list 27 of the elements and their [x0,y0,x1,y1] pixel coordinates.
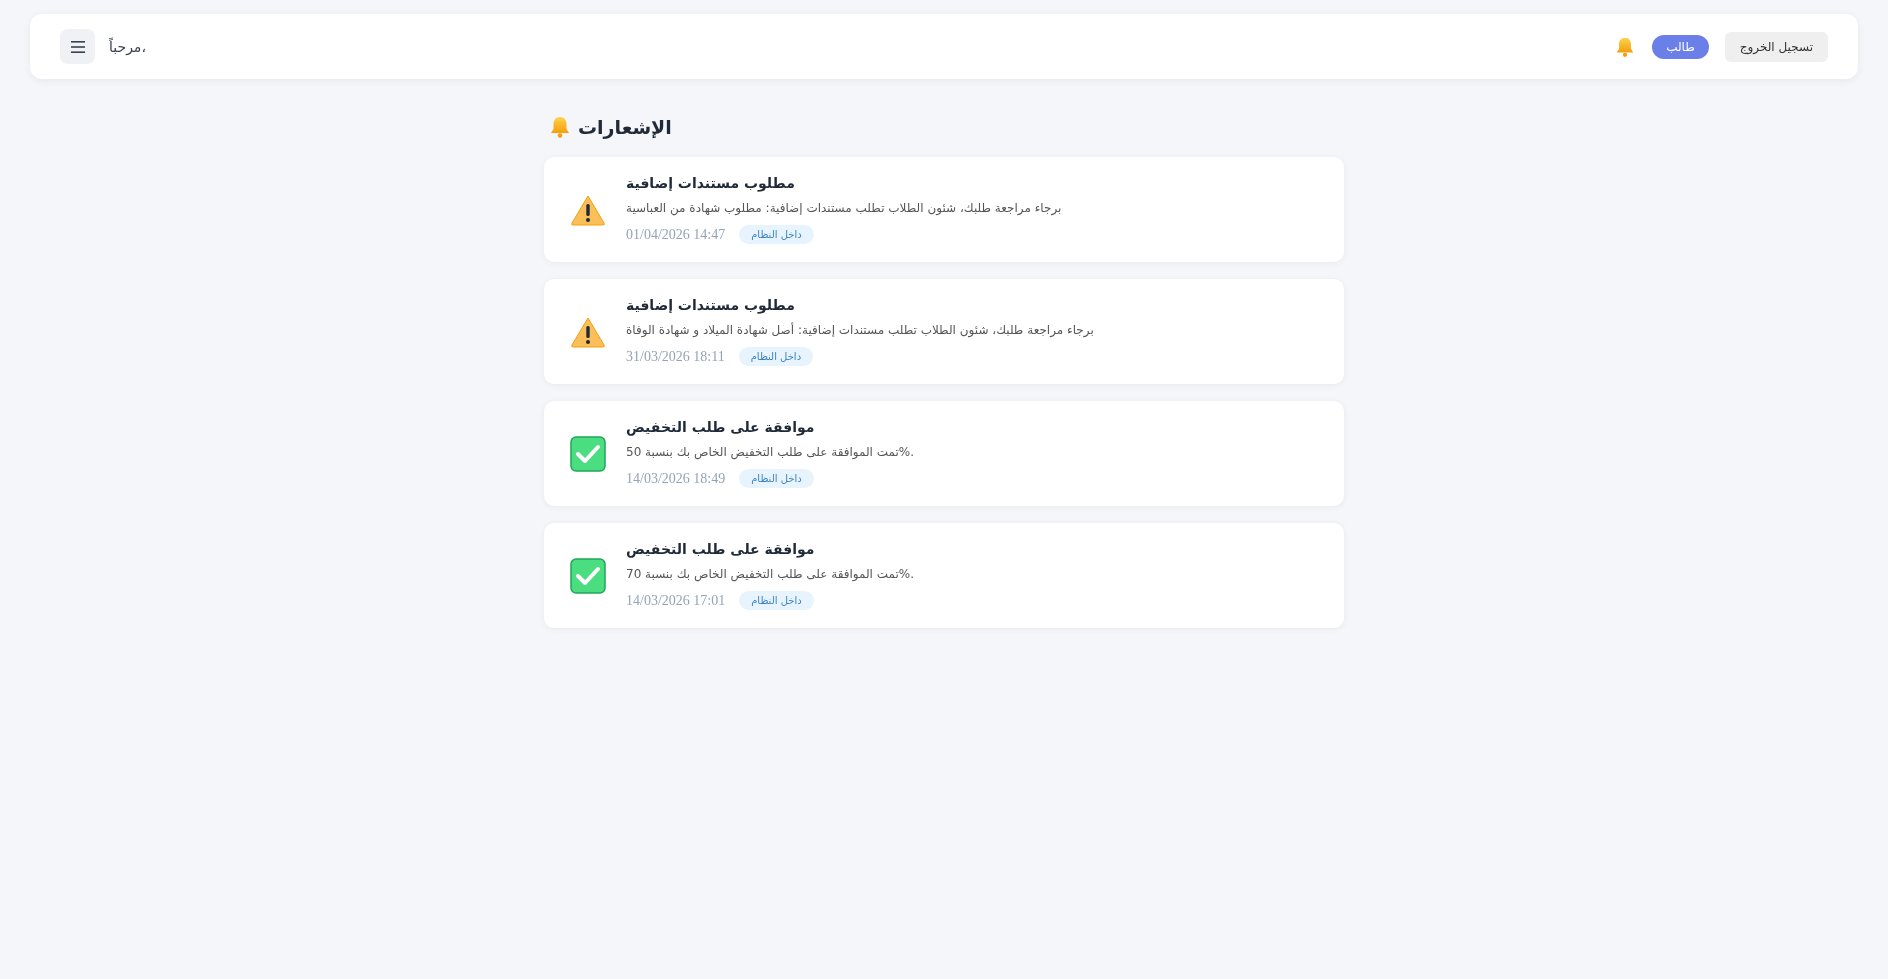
notification-date: 31/03/2026 18:11 [626,348,725,365]
notification-date: 14/03/2026 17:01 [626,592,726,609]
notification-message: برجاء مراجعة طلبك، شئون الطلاب تطلب مستندات إضافية: مطلوب شهادة من العباسية [626,201,1062,215]
notification-message: تمت الموافقة على طلب التخفيض الخاص بك بنسبة 50%. [626,445,915,459]
checkmark-icon [570,557,606,594]
source-tag: داخل النظام [739,591,814,610]
notification-title: موافقة على طلب التخفيض [626,419,816,435]
source-tag: داخل النظام [739,225,814,244]
source-tag: داخل النظام [739,469,814,488]
notification-message: برجاء مراجعة طلبك، شئون الطلاب تطلب مستندات إضافية: أصل شهادة الميلاد و شهادة الوفاة [626,323,1094,337]
greeting-text: مرحباً، [109,38,146,55]
role-badge: طالب [1652,34,1709,59]
notification-date: 14/03/2026 18:49 [626,470,726,487]
notification-message: تمت الموافقة على طلب التخفيض الخاص بك بنسبة 70%. [626,567,915,581]
notification-title: موافقة على طلب التخفيض [626,541,816,557]
logout-button[interactable]: تسجيل الخروج [1724,31,1828,62]
notification-date: 01/04/2026 14:47 [626,226,726,243]
bell-icon [548,115,572,139]
notification-title: مطلوب مستندات إضافية [626,175,796,191]
warning-icon [570,193,606,226]
source-tag: داخل النظام [738,347,814,366]
notification-title: مطلوب مستندات إضافية [626,297,796,313]
menu-icon [69,39,86,54]
page-title: الإشعارات [578,116,672,138]
checkmark-icon [570,435,606,472]
menu-button[interactable] [60,29,95,64]
warning-icon [570,315,606,348]
